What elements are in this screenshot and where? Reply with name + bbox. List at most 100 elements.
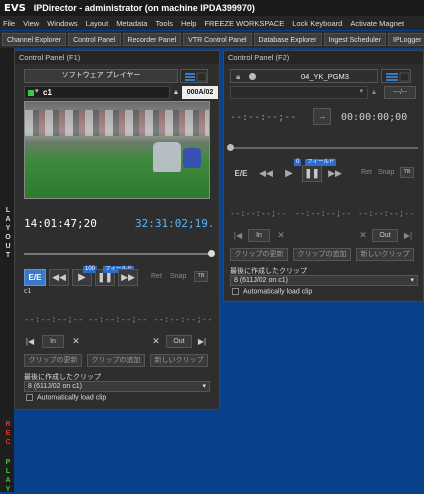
add-clip-button[interactable]: クリップの追加 [87,354,145,367]
fast-forward-button[interactable]: ▶▶ [118,269,138,286]
auto-load-label-f2: Automatically load clip [243,288,313,296]
add-clip-button-f2[interactable]: クリップの追加 [293,248,351,261]
new-clip-button-f2[interactable]: 新しいクリップ [356,248,414,261]
menu-view[interactable]: View [23,19,39,28]
jog-bar-f2[interactable] [230,147,418,149]
snap-button[interactable]: Snap [170,273,186,280]
add-clip-label-f2: クリップの追加 [297,251,347,258]
goto-out-button-f2[interactable]: ▶| [402,229,414,242]
eject-icon-f2[interactable]: ▲ [370,86,378,99]
menu-activate-magnet[interactable]: Activate Magnet [350,19,404,28]
goto-in-button-f2[interactable]: |◀ [232,229,244,242]
video-blur-players [25,110,209,136]
last-clip-value-f2: 8 (611J/02 on c1) [234,277,288,284]
new-clip-button[interactable]: 新しいクリップ [150,354,208,367]
lock-icon: 🔒︎ [236,72,241,81]
jog-handle[interactable] [208,250,215,257]
ret-label: Ret [151,273,162,280]
chevron-down-icon: ▾ [35,88,39,95]
clip-code-box: 000A/02 [182,86,218,99]
duration-timecode-f2: --:--:--;-- [295,209,352,219]
mark-out-button-f2[interactable]: Out [372,229,398,242]
channel-name-f2: 04_YK_PGM3 [301,72,349,81]
out-label-f2: Out [379,232,391,239]
panel-f2-header: Control Panel (F2) [224,51,423,64]
tab-recorder-panel[interactable]: Recorder Panel [122,33,182,46]
play-button-f2[interactable]: ▶ [279,165,299,182]
pause-button-f2[interactable]: ❚❚ [302,165,322,182]
menu-help[interactable]: Help [181,19,196,28]
checkbox-box[interactable] [26,394,33,401]
goto-out-button[interactable]: ▶| [196,335,208,348]
update-clip-button[interactable]: クリップの更新 [24,354,82,367]
clear-in-button-f2[interactable]: ✕ [276,229,286,242]
menu-windows[interactable]: Windows [47,19,77,28]
update-clip-button-f2[interactable]: クリップの更新 [230,248,288,261]
tab-ingest-scheduler[interactable]: Ingest Scheduler [323,33,387,46]
layout-vertical-label[interactable]: LAYOUT [3,206,13,260]
remaining-timecode: 32:31:02;19. [135,217,215,230]
return-button[interactable]: Ret [151,273,162,280]
video-player-figure [153,142,181,172]
in-timecode-f2: --:--:--;-- [230,209,287,219]
tab-database-explorer[interactable]: Database Explorer [253,33,322,46]
tab-icon-f2[interactable]: TB [400,167,414,178]
chevron-down-icon: ▾ [359,88,363,95]
menu-tools[interactable]: Tools [155,19,173,28]
current-timecode: 14:01:47;20 [24,217,97,230]
menu-file[interactable]: File [3,19,15,28]
auto-load-checkbox[interactable]: Automatically load clip [26,394,106,401]
menu-freeze-workspace[interactable]: FREEZE WORKSPACE [204,19,284,28]
goto-in-button[interactable]: |◀ [24,335,36,348]
last-clip-select-f2[interactable]: 8 (611J/02 on c1) ▾ [230,275,418,286]
snap-button-f2[interactable]: Snap [378,169,394,176]
channel-select[interactable]: c1 ▾ [24,86,170,99]
channel-select-f2[interactable]: 🔒︎ 04_YK_PGM3 [230,69,378,83]
ee-button-f2[interactable]: E/E [230,165,252,182]
channel-label-small: c1 [24,288,32,295]
layout-grid-button[interactable] [180,69,208,83]
new-clip-label: 新しいクリップ [154,357,204,364]
tab-vtr-control-panel[interactable]: VTR Control Panel [183,33,252,46]
jog-bar[interactable] [24,253,212,255]
left-side-strip: LAYOUT REC PLAY [0,48,14,494]
ret-label-f2: Ret [361,169,372,176]
ee-button[interactable]: E/E [24,269,46,286]
mark-in-button-f2[interactable]: In [248,229,270,242]
checkbox-box-f2[interactable] [232,288,239,295]
control-panel-f2: Control Panel (F2) 🔒︎ 04_YK_PGM3 ▾ ▲ ---… [223,50,424,302]
last-clip-select[interactable]: 8 (611J/02 on c1) ▾ [24,381,210,392]
title-bar: EVS IPDirector - administrator (on machi… [0,0,424,16]
arrow-right-icon[interactable]: → [313,108,331,125]
jog-handle-f2[interactable] [227,144,234,151]
tab-icon[interactable]: TB [194,271,208,282]
chevron-down-icon: ▾ [202,383,206,390]
duration-timecode: --:--:--;-- [88,315,148,325]
out-timecode-f2: --:--:--;-- [358,209,415,219]
clear-in-button[interactable]: ✕ [71,335,81,348]
eject-icon[interactable]: ▲ [172,86,180,99]
player-select[interactable]: ソフトウェア プレイヤー [24,69,178,83]
menu-lock-keyboard[interactable]: Lock Keyboard [292,19,342,28]
channel-status-icon [28,90,34,96]
mark-in-button[interactable]: In [42,335,64,348]
clip-select-f2[interactable]: ▾ [230,86,368,99]
clear-out-button-f2[interactable]: ✕ [358,229,368,242]
rewind-button-f2[interactable]: ◀◀ [256,165,276,182]
fast-forward-button-f2[interactable]: ▶▶ [325,165,345,182]
rewind-button[interactable]: ◀◀ [49,269,69,286]
tab-iplogger[interactable]: IPLogger [388,33,424,46]
menu-layout[interactable]: Layout [86,19,109,28]
layout-grid-button-f2[interactable] [381,69,411,83]
tab-channel-explorer[interactable]: Channel Explorer [2,33,67,46]
clip-code-f2: ---/-- [393,89,407,96]
return-button-f2[interactable]: Ret [361,169,372,176]
play-vertical-label[interactable]: PLAY [3,458,13,494]
tab-control-panel[interactable]: Control Panel [68,33,121,46]
mark-out-button[interactable]: Out [166,335,192,348]
menu-metadata[interactable]: Metadata [116,19,147,28]
clear-out-button[interactable]: ✕ [151,335,161,348]
auto-load-label: Automatically load clip [37,394,107,402]
rec-vertical-label[interactable]: REC [3,420,13,447]
auto-load-checkbox-f2[interactable]: Automatically load clip [232,288,312,295]
